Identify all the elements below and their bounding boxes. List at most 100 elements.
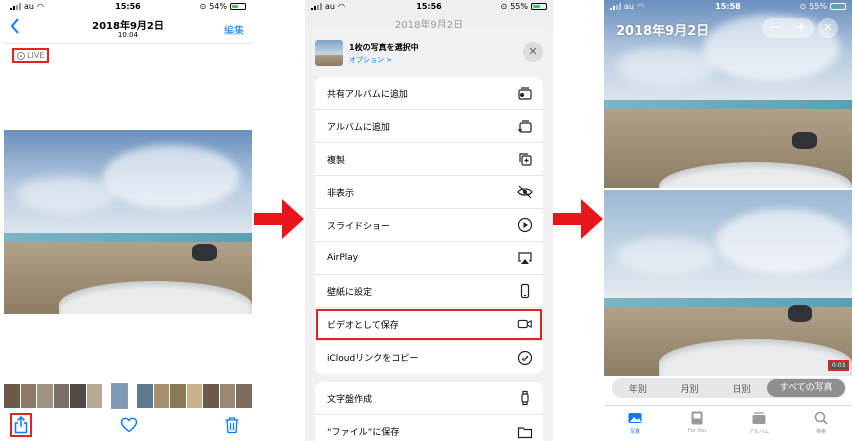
action-copy-icloud-link[interactable]: iCloudリンクをコピー bbox=[315, 341, 543, 374]
action-add-album[interactable]: アルバムに追加 bbox=[315, 110, 543, 143]
delete-button[interactable] bbox=[224, 416, 242, 434]
favorite-button[interactable] bbox=[120, 416, 138, 434]
live-label: LIVE bbox=[27, 51, 45, 60]
tab-photos[interactable]: 写真 bbox=[604, 406, 666, 441]
tab-search[interactable]: 検索 bbox=[790, 406, 852, 441]
close-button[interactable]: ✕ bbox=[818, 18, 838, 38]
segment-all-photos[interactable]: すべての写真 bbox=[767, 379, 846, 397]
zoom-out-button[interactable]: − bbox=[762, 18, 788, 38]
action-label: 複製 bbox=[327, 155, 346, 166]
action-label: ビデオとして保存 bbox=[327, 320, 399, 331]
viewer-toolbar bbox=[4, 410, 252, 441]
action-duplicate[interactable]: 複製 bbox=[315, 143, 543, 176]
add-album-icon bbox=[517, 118, 533, 134]
tab-bar: 写真 For You アルバム 検索 bbox=[604, 405, 852, 441]
for-you-icon bbox=[691, 411, 703, 425]
action-label: アルバムに追加 bbox=[327, 122, 390, 133]
action-add-shared-album[interactable]: 共有アルバムに追加 bbox=[315, 77, 543, 110]
video-camera-icon bbox=[517, 316, 533, 332]
watch-icon bbox=[517, 390, 533, 406]
albums-icon bbox=[752, 412, 766, 424]
action-set-wallpaper[interactable]: 壁紙に設定 bbox=[315, 275, 543, 308]
close-icon: ✕ bbox=[823, 21, 833, 34]
tab-label: For You bbox=[687, 428, 707, 434]
search-icon bbox=[814, 411, 828, 425]
action-label: “ファイル”に保存 bbox=[327, 428, 400, 438]
status-bar: au ◠ 15:56 ⊙ 55% bbox=[305, 0, 553, 14]
share-button[interactable] bbox=[10, 413, 32, 437]
viewer-date-title: 2018年9月2日 bbox=[92, 21, 164, 32]
heart-icon bbox=[120, 417, 138, 433]
rotation-lock-icon: ⊙ bbox=[199, 2, 207, 11]
action-hide[interactable]: 非表示 bbox=[315, 176, 543, 209]
battery-icon bbox=[531, 3, 547, 10]
link-icon bbox=[517, 350, 533, 366]
close-button[interactable]: ✕ bbox=[523, 42, 543, 62]
battery-percent: 54% bbox=[209, 2, 227, 11]
tab-label: 検索 bbox=[815, 429, 826, 435]
photo-viewer-screen: au ◠ 15:56 ⊙ 54% 2018年9月2日 10:04 編集 LIVE bbox=[4, 0, 252, 441]
action-label: AirPlay bbox=[327, 253, 359, 263]
share-sheet-screen: au ◠ 15:56 ⊙ 55% 2018年9月2日 1枚の写真を選択中 オプシ… bbox=[305, 0, 553, 441]
rotation-lock-icon: ⊙ bbox=[500, 2, 508, 11]
action-list: 共有アルバムに追加 アルバムに追加 複製 非表示 スライドショー AirPlay bbox=[315, 77, 543, 374]
play-icon bbox=[517, 217, 533, 233]
segment-months[interactable]: 月別 bbox=[664, 382, 716, 395]
action-label: 非表示 bbox=[327, 188, 355, 199]
thumbnail-strip[interactable] bbox=[4, 383, 252, 409]
segment-days[interactable]: 日別 bbox=[716, 382, 768, 395]
selected-photo-thumbnail bbox=[315, 40, 343, 66]
edit-button[interactable]: 編集 bbox=[224, 22, 244, 37]
tab-label: アルバム bbox=[749, 429, 769, 435]
close-icon: ✕ bbox=[528, 45, 538, 58]
live-badge[interactable]: LIVE bbox=[12, 48, 50, 63]
action-label: iCloudリンクをコピー bbox=[327, 354, 419, 364]
status-bar: au ◠ 15:58 ⊙ 55% bbox=[604, 0, 852, 14]
action-save-as-video[interactable]: ビデオとして保存 bbox=[315, 308, 543, 341]
share-sheet-header: 1枚の写真を選択中 オプション > ✕ bbox=[315, 40, 543, 70]
duplicate-icon bbox=[517, 151, 533, 167]
share-sheet-title: 1枚の写真を選択中 bbox=[349, 43, 419, 52]
zoom-in-button[interactable]: + bbox=[788, 18, 814, 38]
rotation-lock-icon: ⊙ bbox=[799, 2, 807, 11]
status-bar: au ◠ 15:56 ⊙ 54% bbox=[4, 0, 252, 14]
action-label: 共有アルバムに追加 bbox=[327, 89, 408, 100]
airplay-icon bbox=[517, 250, 533, 266]
zoom-control: − + bbox=[762, 18, 814, 38]
hide-eye-icon bbox=[517, 184, 533, 200]
battery-icon bbox=[830, 3, 846, 10]
red-arrow-icon bbox=[254, 199, 304, 239]
photo-library-screen: au ◠ 15:58 ⊙ 55% 2018年9月2日 − + ✕ 0:03 年別… bbox=[604, 0, 852, 441]
battery-percent: 55% bbox=[510, 2, 528, 11]
action-list-secondary: 文字盤作成 “ファイル”に保存 bbox=[315, 382, 543, 441]
video-duration-badge: 0:03 bbox=[828, 360, 850, 371]
tab-albums[interactable]: アルバム bbox=[728, 406, 790, 441]
phone-icon bbox=[517, 283, 533, 299]
library-view-segmented-control: 年別 月別 日別 すべての写真 bbox=[612, 378, 846, 398]
tab-label: 写真 bbox=[629, 429, 640, 435]
shared-album-icon bbox=[517, 85, 533, 101]
trash-icon bbox=[225, 417, 239, 434]
options-link[interactable]: オプション > bbox=[349, 55, 392, 65]
action-label: 壁紙に設定 bbox=[327, 287, 373, 298]
segment-years[interactable]: 年別 bbox=[612, 382, 664, 395]
viewer-time-subtitle: 10:04 bbox=[117, 31, 139, 39]
battery-icon bbox=[230, 3, 246, 10]
tab-for-you[interactable]: For You bbox=[666, 406, 728, 441]
library-video-2[interactable] bbox=[604, 190, 852, 376]
action-save-to-files[interactable]: “ファイル”に保存 bbox=[315, 415, 543, 441]
viewer-header: 2018年9月2日 10:04 編集 bbox=[4, 14, 252, 44]
action-slideshow[interactable]: スライドショー bbox=[315, 209, 543, 242]
folder-icon bbox=[517, 424, 533, 440]
action-airplay[interactable]: AirPlay bbox=[315, 242, 543, 275]
share-sheet: 1枚の写真を選択中 オプション > ✕ 共有アルバムに追加 アルバムに追加 複製… bbox=[305, 28, 553, 441]
action-label: スライドショー bbox=[327, 221, 391, 232]
action-label: 文字盤作成 bbox=[327, 394, 373, 405]
share-icon bbox=[14, 416, 28, 434]
battery-percent: 55% bbox=[809, 2, 827, 11]
live-photo-icon bbox=[17, 51, 25, 60]
action-create-watch-face[interactable]: 文字盤作成 bbox=[315, 382, 543, 415]
library-date-title: 2018年9月2日 bbox=[616, 24, 710, 39]
beach-photo[interactable] bbox=[4, 130, 252, 314]
red-arrow-icon bbox=[553, 199, 603, 239]
